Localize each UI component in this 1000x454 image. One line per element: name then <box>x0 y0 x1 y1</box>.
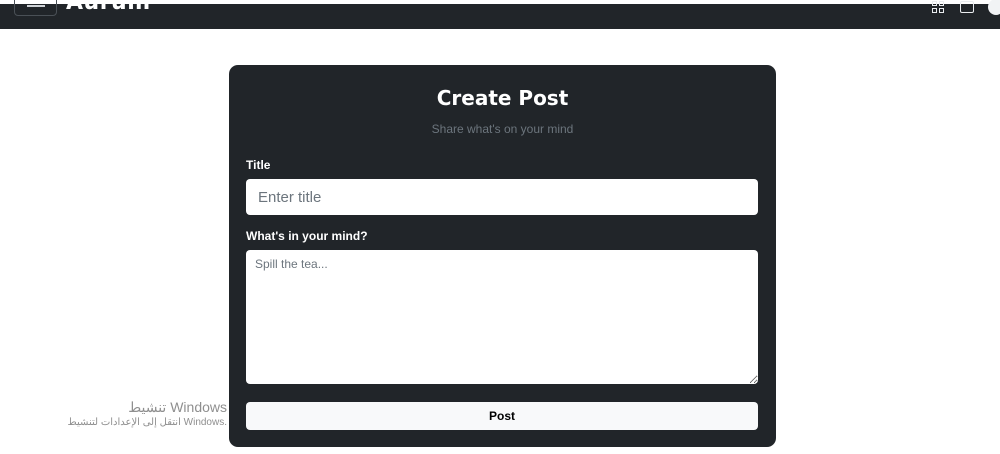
content-label: What's in your mind? <box>246 229 368 243</box>
title-label: Title <box>246 158 271 172</box>
window-icon[interactable] <box>960 1 974 13</box>
windows-activation-hint: انتقل إلى الإعدادات لتنشيط Windows. <box>67 417 227 428</box>
navbar-icons <box>932 0 1000 15</box>
content-textarea[interactable] <box>246 250 758 384</box>
menu-toggle-button[interactable] <box>14 0 57 16</box>
page-subtitle: Share what's on your mind <box>431 122 574 136</box>
post-button[interactable]: Post <box>246 402 758 430</box>
windows-activation-title: تنشيط Windows <box>128 399 227 415</box>
menu-icon <box>27 5 45 7</box>
top-navbar: Aurum <box>0 0 1000 29</box>
grid-icon[interactable] <box>932 1 946 13</box>
title-input[interactable] <box>246 179 758 215</box>
profile-icon[interactable] <box>988 0 1000 15</box>
brand-logo[interactable]: Aurum <box>66 0 151 15</box>
page-title: Create Post <box>436 86 569 110</box>
create-post-card: Create Post Share what's on your mind Ti… <box>229 65 776 447</box>
